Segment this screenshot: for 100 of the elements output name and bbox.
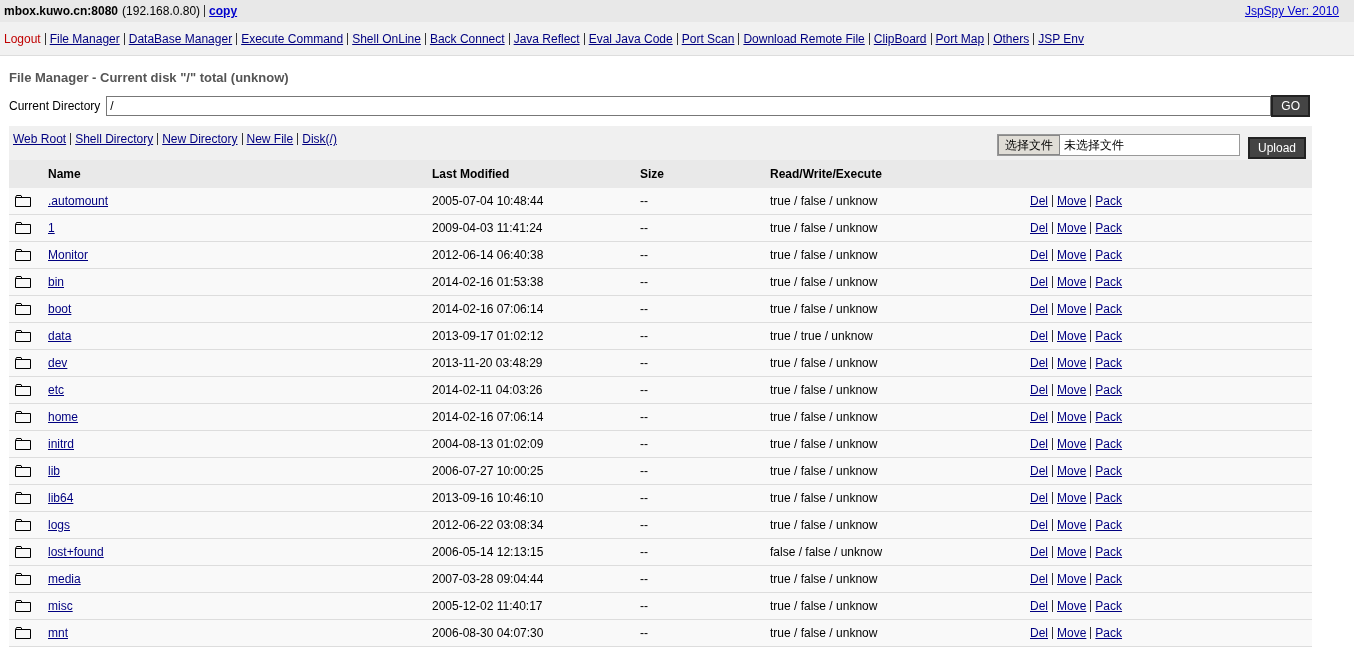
- action-link[interactable]: Move: [1057, 194, 1087, 208]
- folder-link[interactable]: dev: [48, 356, 68, 370]
- toolbar-link[interactable]: Web Root: [13, 132, 67, 146]
- action-link[interactable]: Move: [1057, 221, 1087, 235]
- action-link[interactable]: Pack: [1095, 437, 1123, 451]
- nav-link[interactable]: Java Reflect: [513, 31, 580, 46]
- nav-link[interactable]: Port Scan: [681, 31, 735, 46]
- action-link[interactable]: Move: [1057, 545, 1087, 559]
- folder-link[interactable]: home: [48, 410, 79, 424]
- folder-link[interactable]: 1: [48, 221, 55, 235]
- nav-link[interactable]: Execute Command: [241, 31, 344, 46]
- action-link[interactable]: Del: [1030, 491, 1048, 505]
- action-link[interactable]: Pack: [1095, 329, 1123, 343]
- logout-link[interactable]: Logout: [4, 31, 41, 46]
- action-link[interactable]: Move: [1057, 248, 1087, 262]
- action-link[interactable]: Move: [1057, 518, 1087, 532]
- action-link[interactable]: Move: [1057, 410, 1087, 424]
- action-link[interactable]: Move: [1057, 437, 1087, 451]
- action-link[interactable]: Del: [1030, 572, 1048, 586]
- action-link[interactable]: Move: [1057, 572, 1087, 586]
- action-link[interactable]: Move: [1057, 626, 1087, 640]
- action-link[interactable]: Del: [1030, 221, 1048, 235]
- action-link[interactable]: Del: [1030, 518, 1048, 532]
- action-link[interactable]: Del: [1030, 626, 1048, 640]
- go-button[interactable]: GO: [1271, 95, 1310, 117]
- action-link[interactable]: Pack: [1095, 518, 1123, 532]
- action-link[interactable]: Pack: [1095, 221, 1123, 235]
- action-link[interactable]: Del: [1030, 329, 1048, 343]
- action-link[interactable]: Move: [1057, 383, 1087, 397]
- action-link[interactable]: Pack: [1095, 626, 1123, 640]
- table-cell-text: 2012-06-14 06:40:38: [432, 248, 545, 262]
- choose-file-button[interactable]: 选择文件: [997, 135, 1060, 155]
- folder-link[interactable]: bin: [48, 275, 64, 289]
- action-link[interactable]: Move: [1057, 329, 1087, 343]
- table-cell-text: --: [640, 437, 649, 451]
- action-link[interactable]: Pack: [1095, 599, 1123, 613]
- action-link[interactable]: Del: [1030, 437, 1048, 451]
- action-link[interactable]: Del: [1030, 275, 1048, 289]
- toolbar-link[interactable]: New Directory: [162, 132, 238, 146]
- action-link[interactable]: Pack: [1095, 302, 1123, 316]
- file-field[interactable]: 选择文件 未选择文件: [996, 134, 1240, 156]
- nav-link[interactable]: Eval Java Code: [588, 31, 673, 46]
- action-link[interactable]: Pack: [1095, 194, 1123, 208]
- action-link[interactable]: Pack: [1095, 275, 1123, 289]
- action-link[interactable]: Del: [1030, 410, 1048, 424]
- folder-link[interactable]: mnt: [48, 626, 68, 640]
- action-link[interactable]: Pack: [1095, 248, 1123, 262]
- table-cell-text: true / false / unknow: [770, 464, 879, 478]
- folder-link[interactable]: Monitor: [48, 248, 88, 262]
- action-link[interactable]: Move: [1057, 599, 1087, 613]
- folder-link[interactable]: lost+found: [48, 545, 104, 559]
- folder-link[interactable]: etc: [48, 383, 64, 397]
- folder-link[interactable]: lib64: [48, 491, 74, 505]
- folder-link[interactable]: .automount: [48, 194, 109, 208]
- nav-link[interactable]: File Manager: [49, 31, 120, 46]
- action-link[interactable]: Del: [1030, 302, 1048, 316]
- nav-link[interactable]: Port Map: [935, 31, 985, 46]
- toolbar-link[interactable]: New File: [246, 132, 294, 146]
- action-link[interactable]: Del: [1030, 464, 1048, 478]
- action-link[interactable]: Del: [1030, 194, 1048, 208]
- action-link[interactable]: Pack: [1095, 383, 1123, 397]
- folder-link[interactable]: data: [48, 329, 72, 343]
- folder-icon: [15, 411, 31, 423]
- action-link[interactable]: Del: [1030, 383, 1048, 397]
- action-link[interactable]: Pack: [1095, 356, 1123, 370]
- action-link[interactable]: Pack: [1095, 464, 1123, 478]
- action-link[interactable]: Del: [1030, 545, 1048, 559]
- toolbar-link[interactable]: Disk(/): [302, 132, 337, 146]
- nav-link[interactable]: Download Remote File: [743, 31, 865, 46]
- version-link[interactable]: JspSpy Ver: 2010: [1244, 4, 1339, 18]
- toolbar-link[interactable]: Shell Directory: [75, 132, 154, 146]
- folder-link[interactable]: logs: [48, 518, 70, 532]
- table-cell-text: 2014-02-16 07:06:14: [432, 410, 545, 424]
- action-link[interactable]: Move: [1057, 356, 1087, 370]
- action-link[interactable]: Pack: [1095, 491, 1123, 505]
- action-link[interactable]: Move: [1057, 275, 1087, 289]
- action-link[interactable]: Pack: [1095, 410, 1123, 424]
- action-link[interactable]: Pack: [1095, 545, 1123, 559]
- upload-button[interactable]: Upload: [1247, 137, 1306, 159]
- directory-field[interactable]: /: [106, 96, 1272, 116]
- action-link[interactable]: Move: [1057, 464, 1087, 478]
- nav-link[interactable]: DataBase Manager: [128, 31, 233, 46]
- copy-link[interactable]: copy: [209, 4, 238, 18]
- action-link[interactable]: Pack: [1095, 572, 1123, 586]
- folder-link[interactable]: misc: [48, 599, 73, 613]
- action-link[interactable]: Del: [1030, 356, 1048, 370]
- nav-link[interactable]: ClipBoard: [873, 31, 927, 46]
- action-link[interactable]: Del: [1030, 599, 1048, 613]
- folder-link[interactable]: media: [48, 572, 81, 586]
- nav-link[interactable]: Shell OnLine: [352, 31, 421, 46]
- folder-link[interactable]: initrd: [48, 437, 74, 451]
- nav-link[interactable]: JSP Env: [1038, 31, 1084, 46]
- action-link[interactable]: Move: [1057, 302, 1087, 316]
- folder-link[interactable]: lib: [48, 464, 60, 478]
- nav-link[interactable]: Back Connect: [429, 31, 505, 46]
- folder-icon: [15, 222, 31, 234]
- folder-link[interactable]: boot: [48, 302, 72, 316]
- action-link[interactable]: Move: [1057, 491, 1087, 505]
- nav-link[interactable]: Others: [993, 31, 1030, 46]
- action-link[interactable]: Del: [1030, 248, 1048, 262]
